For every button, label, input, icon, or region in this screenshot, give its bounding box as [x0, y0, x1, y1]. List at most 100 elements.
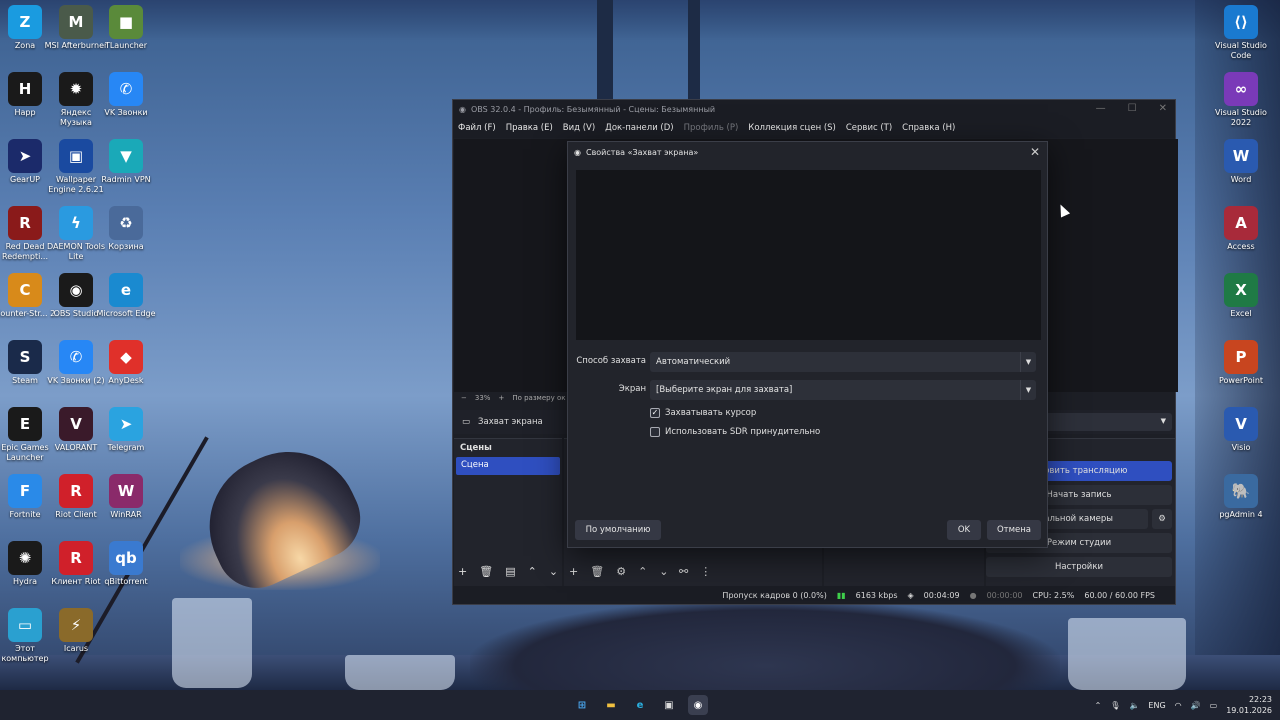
menu-file[interactable]: Файл (F) [458, 123, 496, 133]
desktop-icon[interactable]: A Access [1209, 206, 1273, 252]
force-sdr-row[interactable]: Использовать SDR принудительно [650, 427, 820, 437]
desktop-icon[interactable]: ✆ VK Звонки [94, 72, 158, 118]
clock[interactable]: 22:23 19.01.2026 [1226, 694, 1272, 716]
desktop-icon[interactable]: 🐘 pgAdmin 4 [1209, 474, 1273, 520]
visio-icon: V [1224, 407, 1258, 441]
add-source-icon[interactable]: + [569, 565, 578, 578]
edge-taskbar-icon[interactable]: e [630, 695, 650, 715]
desktop-icon[interactable]: ➤ Telegram [94, 407, 158, 453]
obs-taskbar-icon[interactable]: ◉ [688, 695, 708, 715]
sources-toolbar: + 🗑 ⚙ ⌃ ⌄ [569, 565, 669, 578]
glass-cup [172, 598, 252, 688]
maximize-icon[interactable]: ☐ [1128, 103, 1137, 114]
volume-icon[interactable]: 🔈 [1129, 701, 1139, 710]
sky-shade [0, 0, 1280, 40]
mixer-menu-icon[interactable]: ⋮ [700, 565, 711, 578]
source-selector[interactable]: ▼ [1044, 413, 1172, 431]
icarus-icon: ⚡ [59, 608, 93, 642]
tray-overflow-icon[interactable]: ⌃ [1095, 701, 1102, 710]
cancel-button[interactable]: Отмена [987, 520, 1041, 540]
zoom-in-button[interactable]: + [498, 394, 504, 402]
remove-source-icon[interactable]: 🗑 [590, 565, 604, 578]
pgadmin-icon: 🐘 [1224, 474, 1258, 508]
desktop-icon-label: Microsoft Edge [96, 309, 156, 318]
close-icon[interactable]: ✕ [1027, 144, 1043, 160]
counter-strike-icon: C [8, 273, 42, 307]
store-icon[interactable]: ▣ [659, 695, 679, 715]
speaker-icon[interactable]: 🔊 [1191, 701, 1201, 710]
battery-icon[interactable]: ▭ [1210, 701, 1218, 710]
ok-button[interactable]: OK [947, 520, 981, 540]
desktop-icon[interactable]: X Excel [1209, 273, 1273, 319]
language-indicator[interactable]: ENG [1148, 701, 1165, 710]
menu-view[interactable]: Вид (V) [563, 123, 595, 133]
desktop-icon-label: Excel [1230, 309, 1252, 318]
obs-titlebar[interactable]: ◉ OBS 32.0.4 - Профиль: Безымянный - Сце… [453, 100, 1175, 118]
scene-item[interactable]: Сцена [456, 457, 560, 475]
scene-filter-icon[interactable]: ▤ [505, 565, 515, 578]
obs-menubar: Файл (F) Правка (E) Вид (V) Док-панели (… [453, 118, 1175, 138]
force-sdr-label: Использовать SDR принудительно [665, 427, 821, 437]
menu-edit[interactable]: Правка (E) [506, 123, 553, 133]
zoom-bar: − 33% + По размеру ок [454, 391, 574, 405]
start-icon[interactable]: ⊞ [572, 695, 592, 715]
source-down-icon[interactable]: ⌄ [659, 565, 668, 578]
chevron-down-icon: ▼ [1020, 352, 1036, 372]
dialog-titlebar[interactable]: ◉ Свойства «Захват экрана» [568, 142, 1047, 162]
move-down-icon[interactable]: ⌄ [549, 565, 558, 578]
happ-icon: H [8, 72, 42, 106]
desktop-icon-label: TLauncher [104, 41, 148, 50]
red-dead-icon: R [8, 206, 42, 240]
microphone-icon[interactable]: 🎙 [1110, 701, 1120, 710]
screen-label: Экран [618, 384, 646, 394]
virtual-camera-settings-icon[interactable]: ⚙ [1152, 509, 1172, 529]
add-scene-icon[interactable]: + [458, 565, 467, 578]
desktop-icon[interactable]: ◆ AnyDesk [94, 340, 158, 386]
desktop-icon[interactable]: ■ TLauncher [94, 5, 158, 51]
epic-games-icon: E [8, 407, 42, 441]
settings-button[interactable]: Настройки [986, 557, 1172, 577]
desktop-icon[interactable]: ♻ Корзина [94, 206, 158, 252]
remove-scene-icon[interactable]: 🗑 [479, 565, 493, 578]
defaults-button[interactable]: По умолчанию [575, 520, 661, 540]
anydesk-icon: ◆ [109, 340, 143, 374]
desktop-icon[interactable]: P PowerPoint [1209, 340, 1273, 386]
menu-docks[interactable]: Док-панели (D) [605, 123, 673, 133]
close-icon[interactable]: ✕ [1159, 103, 1167, 114]
capture-method-label: Способ захвата [576, 356, 646, 366]
wifi-icon[interactable]: ◠ [1175, 701, 1182, 710]
desktop-icon[interactable]: ▼ Radmin VPN [94, 139, 158, 185]
capture-cursor-row[interactable]: ✓ Захватывать курсор [650, 408, 756, 418]
obs-logo-icon: ◉ [574, 147, 581, 157]
menu-profile[interactable]: Профиль (P) [684, 123, 739, 133]
desktop-icon[interactable]: ∞ Visual Studio 2022 [1209, 72, 1273, 128]
desktop-icon[interactable]: ⚡ Icarus [44, 608, 108, 654]
file-explorer-icon[interactable]: ▬ [601, 695, 621, 715]
mug-left [345, 655, 455, 690]
source-up-icon[interactable]: ⌃ [638, 565, 647, 578]
menu-help[interactable]: Справка (H) [902, 123, 955, 133]
properties-dialog[interactable]: ◉ Свойства «Захват экрана» ✕ Способ захв… [567, 141, 1048, 548]
menu-tools[interactable]: Сервис (T) [846, 123, 892, 133]
desktop-icon[interactable]: ⟨⟩ Visual Studio Code [1209, 5, 1273, 61]
riot-client-2-icon: R [59, 541, 93, 575]
capture-method-value: Автоматический [656, 357, 731, 367]
mixer-link-icon[interactable]: ⚯ [679, 565, 688, 578]
screen-select[interactable]: [Выберите экран для захвата] ▼ [650, 380, 1036, 400]
desktop-icon[interactable]: W Word [1209, 139, 1273, 185]
desktop-icon[interactable]: e Microsoft Edge [94, 273, 158, 319]
zoom-out-button[interactable]: − [461, 394, 467, 402]
desktop-icon[interactable]: V Visio [1209, 407, 1273, 453]
desktop-icon[interactable]: qb qBittorrent [94, 541, 158, 587]
capture-method-select[interactable]: Автоматический ▼ [650, 352, 1036, 372]
source-settings-icon[interactable]: ⚙ [616, 565, 626, 578]
capture-cursor-checkbox[interactable]: ✓ [650, 408, 660, 418]
desktop-icon[interactable]: W WinRAR [94, 474, 158, 520]
move-up-icon[interactable]: ⌃ [528, 565, 537, 578]
access-icon: A [1224, 206, 1258, 240]
menu-scene-collection[interactable]: Коллекция сцен (S) [748, 123, 836, 133]
force-sdr-checkbox[interactable] [650, 427, 660, 437]
cpu-usage: CPU: 2.5% [1032, 590, 1075, 600]
minimize-icon[interactable]: — [1096, 103, 1106, 114]
zoom-fit-label[interactable]: По размеру ок [512, 394, 565, 402]
